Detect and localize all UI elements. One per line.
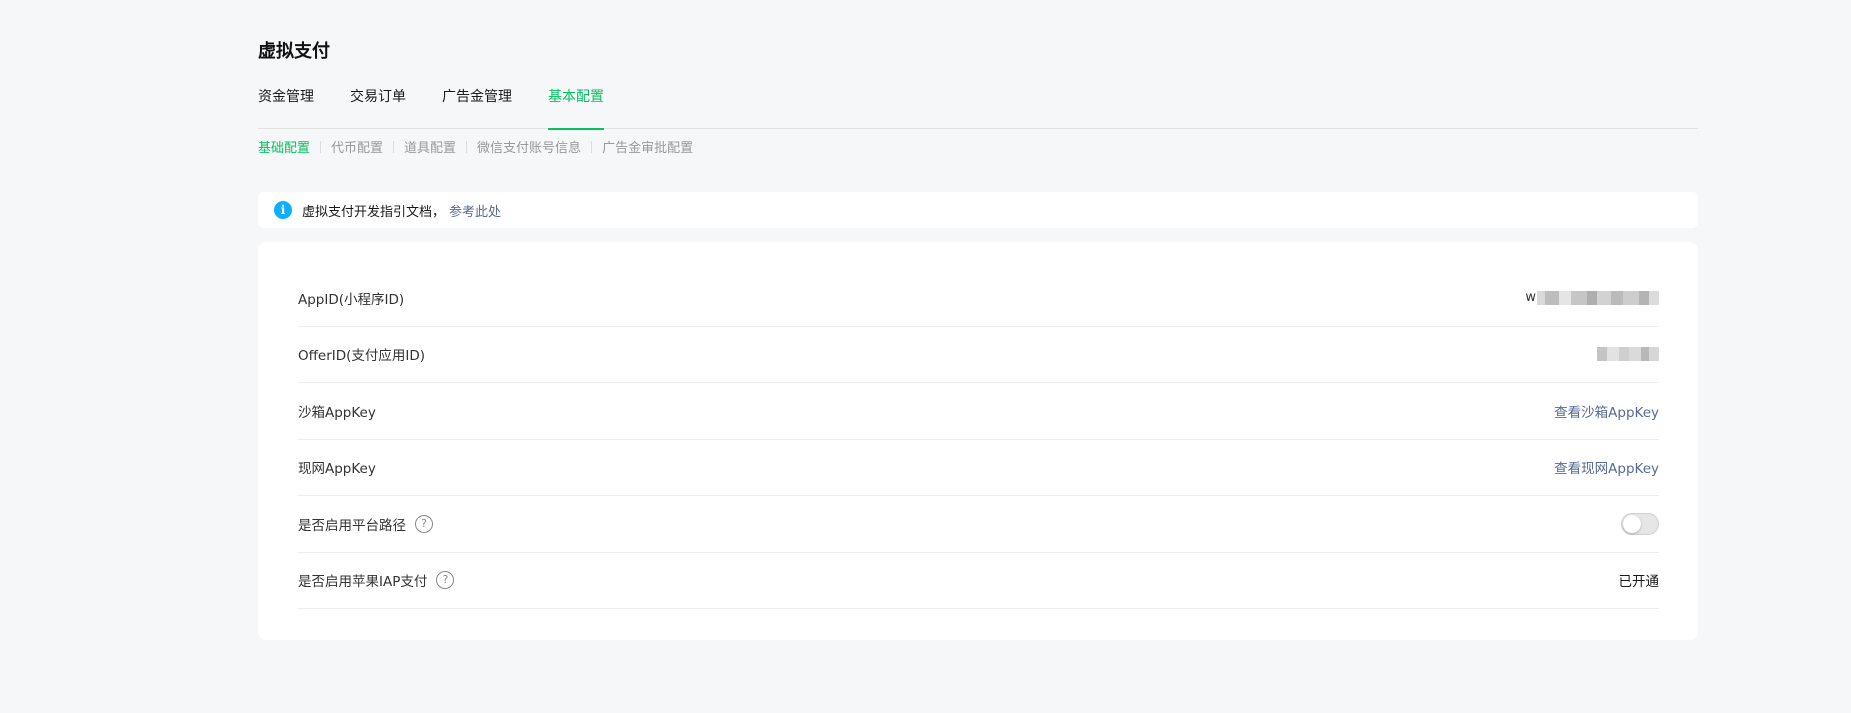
question-mark-icon[interactable]: ? [436, 571, 455, 590]
subtab-ad-fund-approval[interactable]: 广告金审批配置 [602, 137, 693, 156]
redacted-mosaic [1537, 290, 1659, 305]
appid-label: AppID(小程序ID) [298, 291, 405, 308]
question-mark-icon[interactable]: ? [415, 514, 433, 533]
subtab-currency-config[interactable]: 代币配置 [331, 137, 383, 156]
apple-iap-label-group: 是否启用苹果IAP支付 ? [298, 570, 455, 591]
view-live-appkey-link[interactable]: 查看现网AppKey [1554, 457, 1659, 477]
subtab-divider [466, 140, 468, 153]
platform-path-row: 是否启用平台路径 ? [298, 496, 1659, 553]
apple-iap-status: 已开通 [1618, 574, 1660, 591]
info-icon: i [274, 201, 292, 219]
offerid-row: OfferID(支付应用ID) [298, 327, 1659, 383]
notice-banner: i 虚拟支付开发指引文档， 参考此处 [258, 192, 1698, 228]
apple-iap-row: 是否启用苹果IAP支付 ? 已开通 [298, 553, 1660, 609]
subtab-divider [591, 140, 593, 153]
subtab-divider [320, 140, 322, 153]
subtab-divider [393, 140, 395, 153]
sandbox-appkey-row: 沙箱AppKey 查看沙箱AppKey [298, 383, 1659, 440]
offerid-label: OfferID(支付应用ID) [298, 348, 426, 365]
platform-path-toggle[interactable] [1621, 512, 1659, 535]
notice-text: 虚拟支付开发指引文档， [302, 204, 446, 220]
subtab-wechat-pay-account[interactable]: 微信支付账号信息 [477, 137, 581, 156]
view-sandbox-appkey-link[interactable]: 查看沙箱AppKey [1554, 401, 1659, 421]
main-tabs: 资金管理 交易订单 广告金管理 基本配置 [258, 80, 1698, 130]
appid-value-prefix: w [1525, 290, 1536, 306]
appid-row: AppID(小程序ID) w [298, 270, 1659, 327]
redacted-mosaic [1597, 347, 1659, 362]
live-appkey-row: 现网AppKey 查看现网AppKey [298, 440, 1659, 496]
sub-tabs: 基础配置 代币配置 道具配置 微信支付账号信息 广告金审批配置 [258, 137, 693, 156]
live-appkey-label: 现网AppKey [298, 461, 376, 478]
appid-value-masked: w [1525, 290, 1659, 305]
tab-fund-management[interactable]: 资金管理 [258, 80, 314, 129]
page-title: 虚拟支付 [258, 41, 330, 62]
tab-transaction-orders[interactable]: 交易订单 [350, 80, 406, 129]
notice-doc-link[interactable]: 参考此处 [449, 201, 501, 220]
toggle-knob [1623, 514, 1641, 533]
tab-basic-config[interactable]: 基本配置 [548, 80, 604, 130]
config-card: AppID(小程序ID) w OfferID(支付应用ID) 沙箱AppKey … [258, 242, 1698, 640]
subtab-basic-settings[interactable]: 基础配置 [258, 137, 310, 156]
sandbox-appkey-label: 沙箱AppKey [298, 404, 376, 421]
subtab-item-config[interactable]: 道具配置 [404, 137, 456, 156]
config-list: AppID(小程序ID) w OfferID(支付应用ID) 沙箱AppKey … [298, 270, 1659, 609]
tab-ad-fund-management[interactable]: 广告金管理 [442, 80, 512, 129]
apple-iap-label: 是否启用苹果IAP支付 [298, 574, 428, 591]
platform-path-label: 是否启用平台路径 [298, 517, 406, 534]
platform-path-label-group: 是否启用平台路径 ? [298, 514, 433, 534]
